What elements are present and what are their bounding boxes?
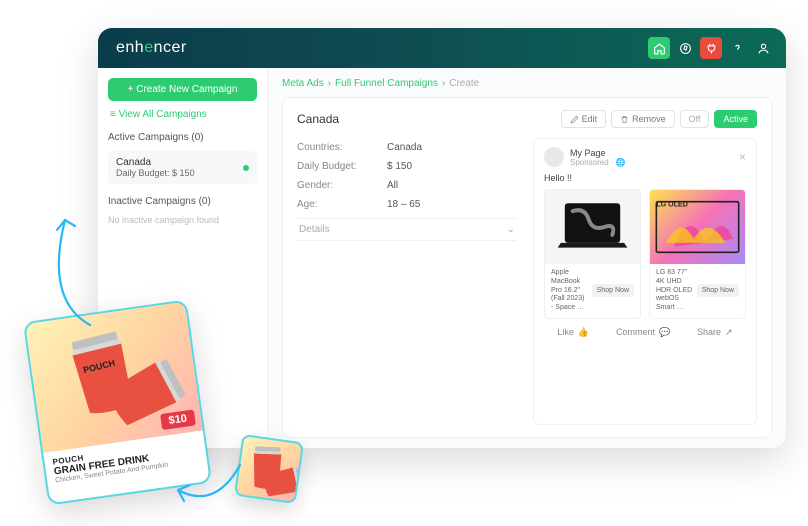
edit-label: Edit <box>582 114 598 124</box>
breadcrumb-meta-ads[interactable]: Meta Ads <box>282 78 324 89</box>
app-body: + Create New Campaign ≡ View All Campaig… <box>98 68 786 448</box>
close-icon[interactable]: × <box>739 150 746 164</box>
remove-button[interactable]: Remove <box>611 110 675 128</box>
product-image-lg-oled: LG OLED <box>650 190 745 264</box>
share-icon: ↗ <box>725 327 733 338</box>
inactive-campaigns-title: Inactive Campaigns (0) <box>108 196 257 207</box>
card-actions: Edit Remove Off Active <box>561 110 757 128</box>
brand-text-pre: enh <box>116 39 144 57</box>
like-icon: 👍 <box>578 327 589 338</box>
chevron-right-icon: › <box>328 78 331 89</box>
share-button[interactable]: Share↗ <box>697 327 733 338</box>
details-label: Details <box>299 224 330 235</box>
main-area: Meta Ads › Full Funnel Campaigns › Creat… <box>268 68 786 448</box>
preview-header: My Page Sponsored · 🌐 × <box>544 147 746 167</box>
age-value: 18 – 65 <box>387 199 420 210</box>
plug-icon[interactable] <box>700 37 722 59</box>
profile-icon[interactable] <box>752 37 774 59</box>
campaign-item[interactable]: Canada Daily Budget: $ 150 <box>108 151 257 184</box>
shop-now-button[interactable]: Shop Now <box>592 284 634 297</box>
status-dot-icon <box>243 165 249 171</box>
product-image-macbook <box>545 190 640 264</box>
chevron-down-icon: ⌄ <box>507 224 515 235</box>
gender-value: All <box>387 180 398 191</box>
globe-icon: 🌐 <box>616 158 626 167</box>
product-card[interactable]: LG OLED LG 83 77" 4K UHD HDR OLED webOS … <box>649 189 746 319</box>
brand-text-post: ncer <box>154 39 187 57</box>
details-toggle[interactable]: Details ⌄ <box>297 218 517 241</box>
campaign-card: Canada Edit Remove Off Active <box>282 97 772 438</box>
card-title: Canada <box>297 112 339 126</box>
product-name: Apple MacBook Pro 16.2" (Fall 2023) - Sp… <box>551 269 588 313</box>
active-campaigns-title: Active Campaigns (0) <box>108 132 257 143</box>
view-all-campaigns-link[interactable]: ≡ View All Campaigns <box>108 109 257 120</box>
breadcrumb-full-funnel[interactable]: Full Funnel Campaigns <box>335 78 438 89</box>
campaign-name: Canada <box>116 157 195 168</box>
price-badge: $10 <box>160 409 196 430</box>
help-icon[interactable] <box>726 37 748 59</box>
comment-icon: 💬 <box>659 327 670 338</box>
off-toggle[interactable]: Off <box>680 110 710 128</box>
remove-label: Remove <box>632 114 666 124</box>
card-header: Canada Edit Remove Off Active <box>297 110 757 128</box>
breadcrumb: Meta Ads › Full Funnel Campaigns › Creat… <box>282 78 772 89</box>
home-icon[interactable] <box>648 37 670 59</box>
gender-label: Gender: <box>297 180 387 191</box>
arrow-icon <box>170 455 250 515</box>
product-card[interactable]: Apple MacBook Pro 16.2" (Fall 2023) - Sp… <box>544 189 641 319</box>
app-header: enhencer <box>98 28 786 68</box>
budget-value: $ 150 <box>387 161 412 172</box>
header-icons <box>648 37 774 59</box>
edit-button[interactable]: Edit <box>561 110 607 128</box>
create-campaign-button[interactable]: + Create New Campaign <box>108 78 257 101</box>
no-inactive-text: No inactive campaign found <box>108 215 257 225</box>
ad-text: Hello !! <box>544 173 746 183</box>
campaign-budget-value: $ 150 <box>172 168 195 178</box>
like-button[interactable]: Like👍 <box>557 327 589 338</box>
engagement-row: Like👍 Comment💬 Share↗ <box>544 325 746 338</box>
campaign-budget-label: Daily Budget: <box>116 168 170 178</box>
brand-logo: enhencer <box>116 39 187 57</box>
shop-now-button[interactable]: Shop Now <box>697 284 739 297</box>
breadcrumb-current: Create <box>449 78 479 89</box>
sponsored-label: Sponsored · 🌐 <box>570 158 626 167</box>
product-carousel: Apple MacBook Pro 16.2" (Fall 2023) - Sp… <box>544 189 746 319</box>
budget-label: Daily Budget: <box>297 161 387 172</box>
chevron-right-icon: › <box>442 78 445 89</box>
avatar-icon <box>544 147 564 167</box>
countries-value: Canada <box>387 142 422 153</box>
arrow-icon <box>40 200 120 330</box>
campaign-settings: Countries:Canada Daily Budget:$ 150 Gend… <box>297 138 517 425</box>
card-body: Countries:Canada Daily Budget:$ 150 Gend… <box>297 138 757 425</box>
active-toggle[interactable]: Active <box>714 110 757 128</box>
brand-text-accent: e <box>144 39 153 57</box>
ad-preview: My Page Sponsored · 🌐 × Hello !! <box>533 138 757 425</box>
app-window: enhencer + Create New Campaign ≡ View Al… <box>98 28 786 448</box>
comment-button[interactable]: Comment💬 <box>616 327 670 338</box>
compass-icon[interactable] <box>674 37 696 59</box>
product-name: LG 83 77" 4K UHD HDR OLED webOS Smart … <box>656 269 693 313</box>
page-name: My Page <box>570 148 626 158</box>
age-label: Age: <box>297 199 387 210</box>
pouch-icon <box>261 463 304 501</box>
countries-label: Countries: <box>297 142 387 153</box>
